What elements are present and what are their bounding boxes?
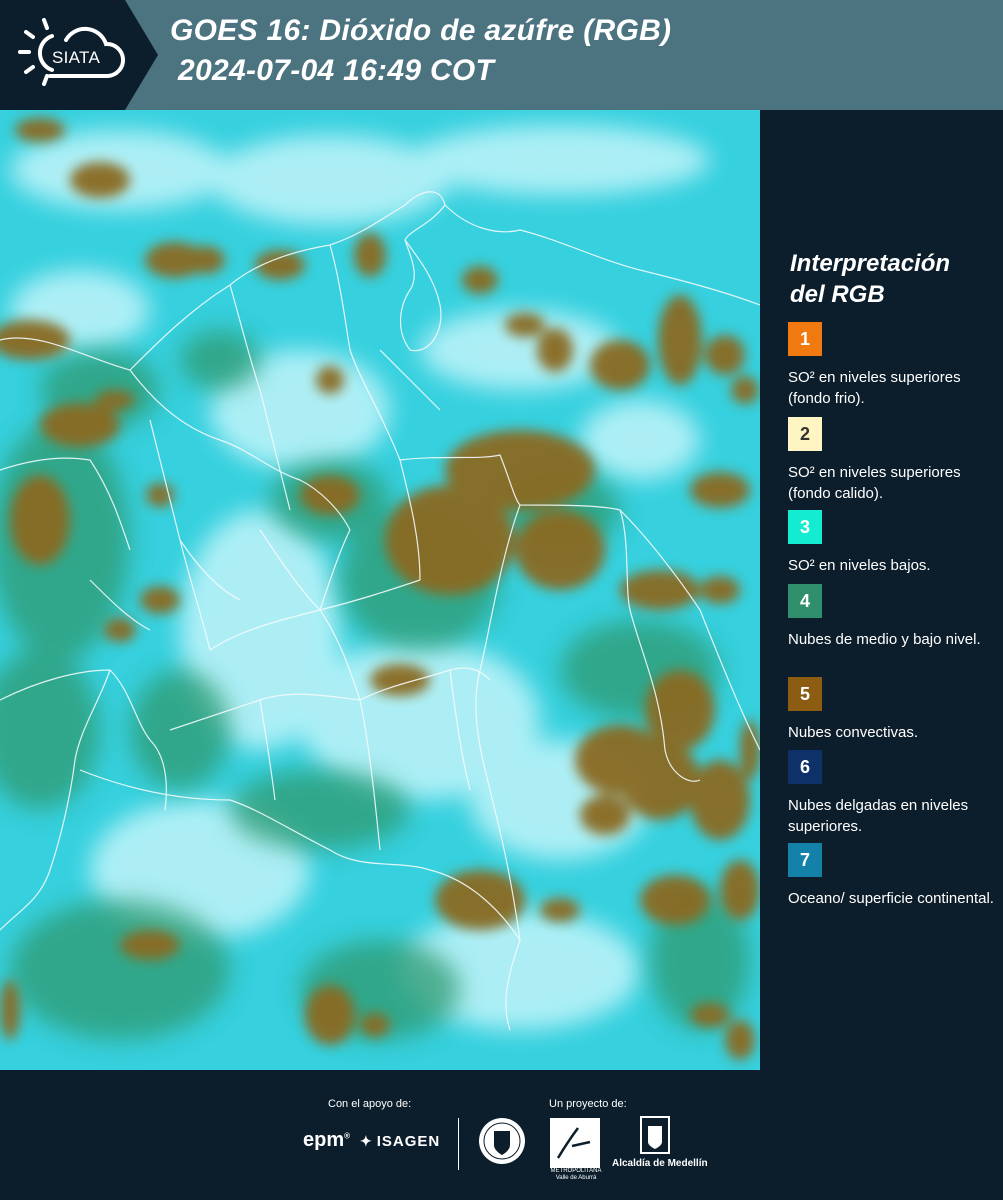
legend-title: Interpretación del RGB	[790, 248, 995, 310]
alcaldia-label: Alcaldía de Medellín	[612, 1158, 708, 1169]
legend-label-6: Nubes delgadas en niveles superiores.	[788, 797, 969, 835]
legend-label-2: SO² en niveles superiores (fondo calido)…	[788, 464, 961, 502]
legend-swatch-7: 7	[788, 843, 822, 877]
legend-label-7: Oceano/ superficie continental.	[788, 890, 994, 907]
legend-swatch-1: 1	[788, 322, 822, 356]
legend-swatch-6: 6	[788, 750, 822, 784]
alcaldia-emblem-icon	[640, 1116, 670, 1154]
legend-item-6: 6 Nubes delgadas en niveles superiores.	[788, 750, 998, 837]
legend-item-7: 7 Oceano/ superficie continental.	[788, 843, 998, 909]
siata-logo-text: SIATA	[52, 48, 101, 67]
satellite-image	[0, 110, 760, 1070]
legend-panel: Interpretación del RGB 1 SO² en niveles …	[760, 110, 1003, 1070]
satellite-map	[0, 110, 760, 1070]
legend-item-5: 5 Nubes convectivas.	[788, 677, 998, 743]
legend-title-line-1: Interpretación	[790, 250, 951, 277]
logo-band: SIATA	[0, 0, 158, 110]
area-metropolitana-logo-icon	[550, 1118, 600, 1168]
support-label: Con el apoyo de:	[328, 1098, 412, 1110]
header: SIATA GOES 16: Dióxido de azúfre (RGB) 2…	[0, 0, 1003, 110]
isagen-logo-text: ISAGEN	[376, 1133, 441, 1150]
isagen-logo: ✦ ISAGEN	[360, 1133, 440, 1150]
medellin-university-seal-icon	[479, 1118, 525, 1164]
legend-item-3: 3 SO² en niveles bajos.	[788, 510, 998, 576]
legend-swatch-2: 2	[788, 417, 822, 451]
legend-item-1: 1 SO² en niveles superiores (fondo frio)…	[788, 322, 998, 409]
epm-logo-text: epm	[303, 1129, 345, 1151]
project-label: Un proyecto de:	[549, 1098, 627, 1110]
map-timestamp: 2024-07-04 16:49 COT	[178, 54, 495, 87]
legend-title-line-2: del RGB	[790, 281, 885, 308]
footer-divider	[458, 1118, 459, 1170]
legend-swatch-5: 5	[788, 677, 822, 711]
area-metropolitana-label: METROPOLITANA Valle de Aburrá	[550, 1168, 602, 1181]
legend-label-4: Nubes de medio y bajo nivel.	[788, 631, 981, 648]
epm-logo: epm®	[303, 1129, 350, 1152]
legend-label-3: SO² en niveles bajos.	[788, 557, 931, 574]
legend-swatch-3: 3	[788, 510, 822, 544]
legend-item-4: 4 Nubes de medio y bajo nivel.	[788, 584, 998, 650]
registered-mark: ®	[344, 1131, 351, 1141]
footer: Con el apoyo de: Un proyecto de: epm® ✦ I…	[0, 1070, 1003, 1200]
legend-swatch-4: 4	[788, 584, 822, 618]
legend-label-1: SO² en niveles superiores (fondo frio).	[788, 369, 961, 407]
map-title: GOES 16: Dióxido de azúfre (RGB)	[170, 14, 672, 47]
legend-item-2: 2 SO² en niveles superiores (fondo calid…	[788, 417, 998, 504]
legend-label-5: Nubes convectivas.	[788, 724, 919, 741]
isagen-mark-icon: ✦	[360, 1133, 373, 1149]
